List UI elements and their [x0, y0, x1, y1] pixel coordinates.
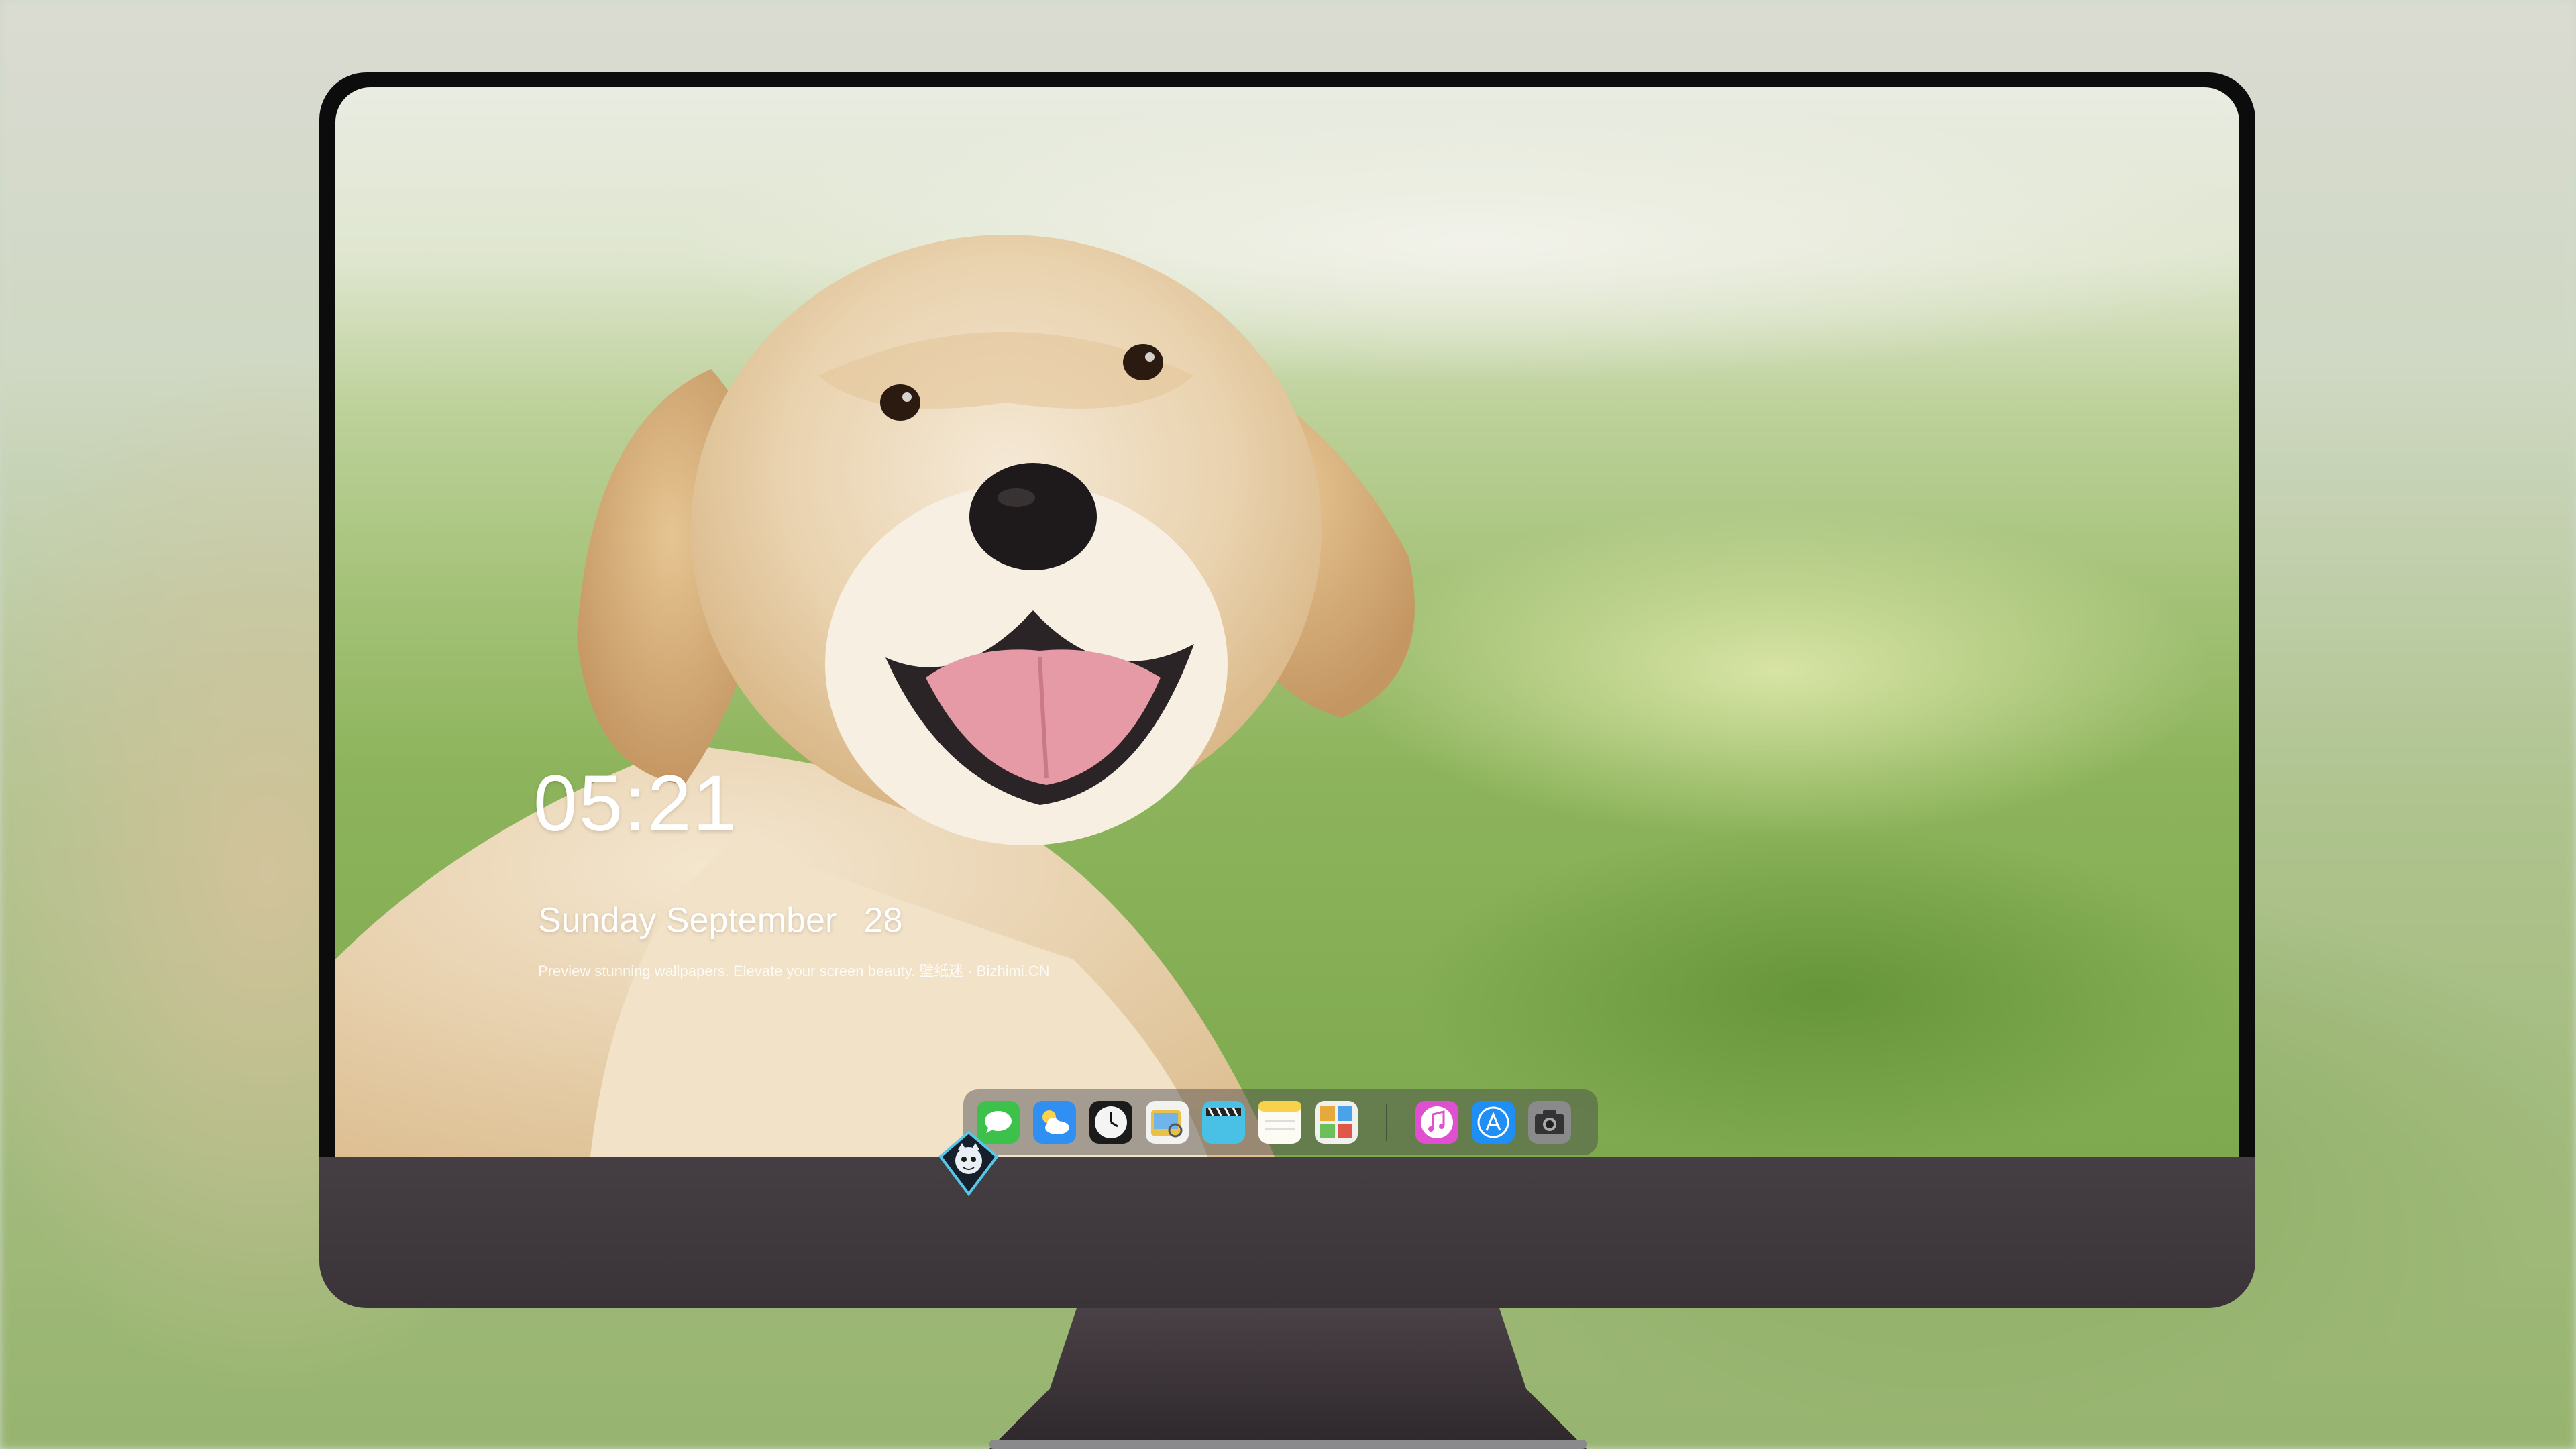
music-icon [1415, 1101, 1458, 1144]
dock-separator [1386, 1104, 1387, 1141]
dock-video-editor[interactable] [1202, 1101, 1245, 1144]
dock-app-store[interactable] [1472, 1101, 1515, 1144]
mascot-logo-icon [938, 1130, 999, 1197]
screen: 05:21 Sunday September 28 Preview stunni… [335, 87, 2239, 1157]
photo-gallery-icon [1315, 1101, 1358, 1144]
wallpaper-tagline: Preview stunning wallpapers. Elevate you… [538, 963, 1050, 979]
date-weekday: Sunday [538, 901, 657, 940]
monitor: 05:21 Sunday September 28 Preview stunni… [319, 72, 2255, 1308]
dock-notes[interactable] [1258, 1101, 1301, 1144]
preview-icon [1146, 1101, 1189, 1144]
monitor-chin [319, 1157, 2255, 1308]
weather-icon [1033, 1101, 1076, 1144]
video-editor-icon [1202, 1101, 1245, 1144]
lock-clock-date: Sunday September 28 [538, 900, 903, 941]
dock-camera[interactable] [1528, 1101, 1571, 1144]
app-store-icon [1472, 1101, 1515, 1144]
date-day: 28 [863, 901, 903, 940]
camera-icon [1528, 1101, 1571, 1144]
dock-preview[interactable] [1146, 1101, 1189, 1144]
date-month: September [665, 901, 837, 940]
dock-music[interactable] [1415, 1101, 1458, 1144]
dock-photo-gallery[interactable] [1315, 1101, 1358, 1144]
dock [963, 1089, 1598, 1155]
dock-weather[interactable] [1033, 1101, 1076, 1144]
lock-clock-time: 05:21 [533, 759, 739, 848]
clock-icon [1089, 1101, 1132, 1144]
monitor-stand [989, 1308, 1587, 1449]
dock-clock[interactable] [1089, 1101, 1132, 1144]
notes-icon [1258, 1101, 1301, 1144]
dog-wallpaper [335, 235, 1415, 1157]
